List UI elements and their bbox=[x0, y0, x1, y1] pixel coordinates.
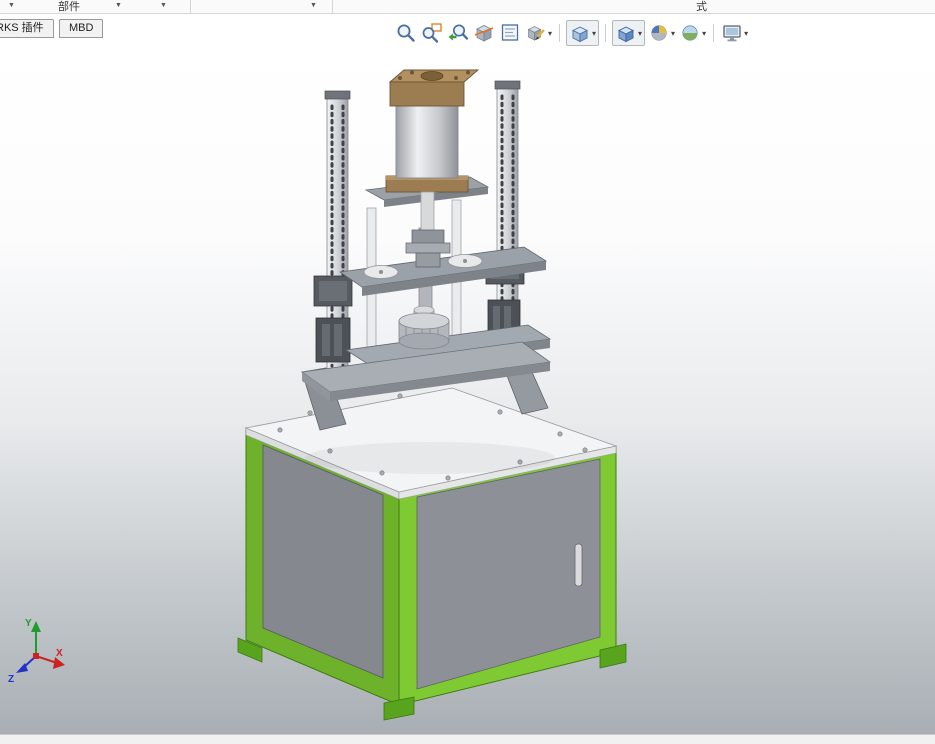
toolbar-dropdown-caret[interactable]: ▼ bbox=[115, 2, 122, 9]
previous-view-button[interactable] bbox=[446, 21, 470, 45]
view-settings-button[interactable] bbox=[720, 21, 744, 45]
toolbar-row-partial: ▼ 部件 ▼ ▼ ▼ 式 bbox=[0, 0, 935, 14]
status-bar bbox=[0, 734, 935, 744]
zoom-to-area-button[interactable] bbox=[420, 21, 444, 45]
display-style-button[interactable] bbox=[614, 21, 638, 45]
annotation-3d-view-icon bbox=[501, 24, 519, 41]
section-view-icon bbox=[474, 25, 494, 42]
graphics-viewport[interactable] bbox=[0, 42, 935, 735]
view-orientation-cube-icon bbox=[572, 26, 589, 43]
edit-appearance-button[interactable] bbox=[647, 21, 671, 45]
view-orientation-button[interactable] bbox=[568, 21, 592, 45]
headsup-view-toolbar: ▾ ▾ ▾ ▾ ▾ ▾ bbox=[394, 20, 749, 46]
view-settings-monitor-icon bbox=[723, 25, 741, 42]
toolbar-dropdown-caret[interactable]: ▼ bbox=[8, 2, 15, 9]
section-view-button[interactable] bbox=[472, 21, 496, 45]
dropdown-caret[interactable]: ▾ bbox=[701, 29, 707, 38]
tab-mbd[interactable]: MBD bbox=[59, 19, 104, 38]
zoom-to-fit-icon bbox=[397, 24, 415, 42]
dropdown-caret[interactable]: ▾ bbox=[547, 29, 553, 38]
edit-appearance-ball-icon bbox=[651, 25, 667, 41]
annotation-3d-view-button[interactable] bbox=[498, 21, 522, 45]
display-style-icon bbox=[618, 26, 635, 43]
zoom-to-area-icon bbox=[422, 23, 442, 43]
dynamic-annotation-button[interactable] bbox=[524, 21, 548, 45]
apply-scene-icon bbox=[682, 25, 698, 41]
toolbar-label-left: 部件 bbox=[58, 1, 80, 13]
previous-view-icon bbox=[448, 24, 469, 41]
toolbar-dropdown-caret[interactable]: ▼ bbox=[160, 2, 167, 9]
apply-scene-button[interactable] bbox=[678, 21, 702, 45]
tab-label: RKS 插件 bbox=[0, 22, 44, 34]
dynamic-annotation-icon bbox=[527, 26, 545, 41]
dropdown-caret[interactable]: ▾ bbox=[743, 29, 749, 38]
toolbar-separator bbox=[605, 24, 607, 42]
toolbar-dropdown-caret[interactable]: ▼ bbox=[310, 2, 317, 9]
zoom-to-fit-button[interactable] bbox=[394, 21, 418, 45]
toolbar-separator bbox=[190, 0, 191, 13]
dropdown-caret[interactable]: ▾ bbox=[637, 29, 643, 38]
toolbar-separator bbox=[713, 24, 715, 42]
tab-rks-plugins[interactable]: RKS 插件 bbox=[0, 19, 54, 38]
toolbar-separator bbox=[559, 24, 561, 42]
dropdown-caret[interactable]: ▾ bbox=[670, 29, 676, 38]
dropdown-caret[interactable]: ▾ bbox=[591, 29, 597, 38]
tab-label: MBD bbox=[69, 22, 94, 34]
toolbar-label-right: 式 bbox=[696, 1, 707, 13]
toolbar-separator bbox=[332, 0, 333, 13]
